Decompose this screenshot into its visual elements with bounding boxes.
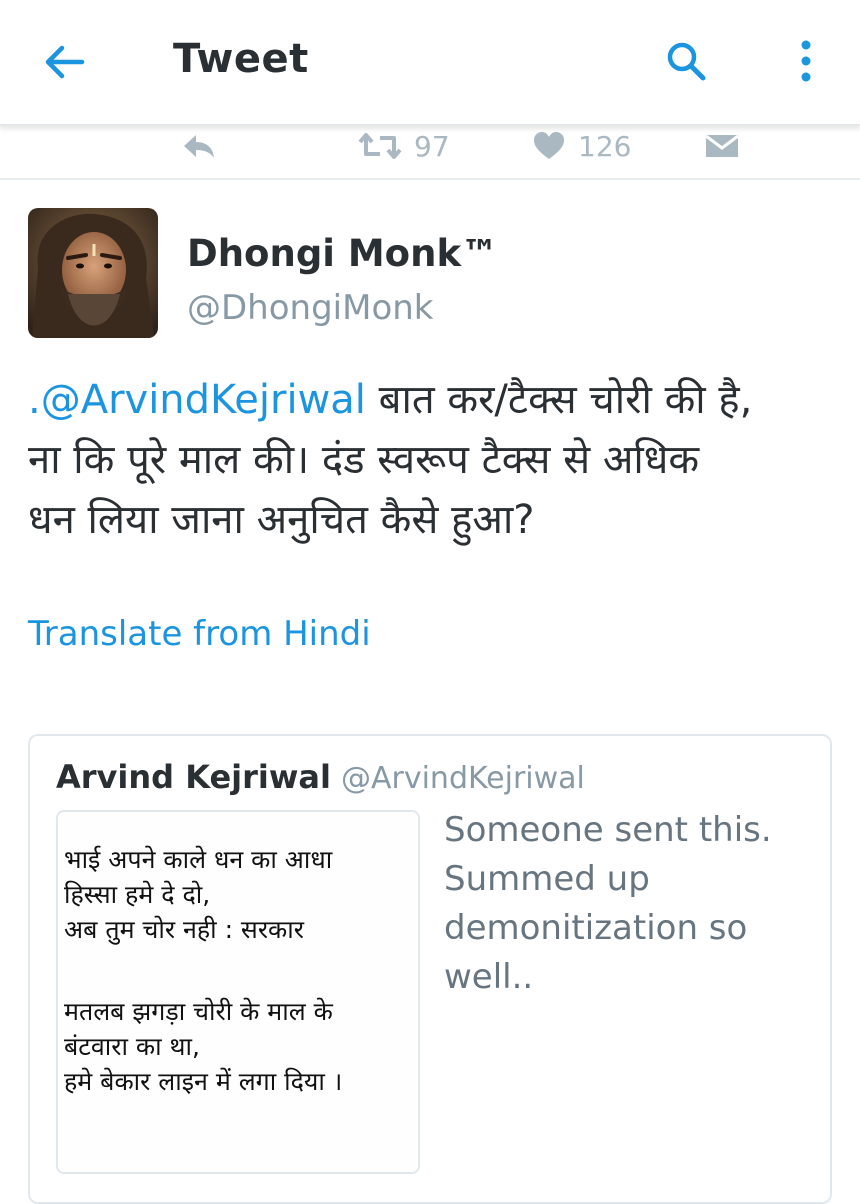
author-name[interactable]: Dhongi Monk™ [187, 232, 498, 275]
retweet-count: 97 [414, 129, 450, 163]
arrow-left-icon [45, 45, 85, 79]
back-button[interactable] [28, 32, 100, 92]
tweet-text-line: ना कि पूरे माल की। दंड स्वरूप टैक्स से अ… [28, 437, 700, 483]
quoted-author-handle: @ArvindKejriwal [340, 761, 585, 796]
avatar-image [28, 208, 158, 338]
more-vertical-icon [801, 40, 811, 82]
search-button[interactable] [650, 28, 722, 94]
avatar[interactable] [28, 208, 158, 338]
search-icon [667, 42, 706, 81]
app-bar: Tweet [0, 0, 860, 126]
quoted-author-name: Arvind Kejriwal [56, 758, 331, 796]
heart-icon [534, 132, 564, 159]
retweet-icon [358, 133, 402, 159]
quoted-tweet-text: Someone sent this. Summed up demonitizat… [444, 810, 772, 997]
tweet-author: Dhongi Monk™ @DhongiMonk [28, 208, 828, 340]
translate-link[interactable]: Translate from Hindi [28, 614, 371, 654]
tweet-text-line: धन लिया जाना अनुचित कैसे हुआ? [28, 497, 535, 543]
image-text-stanza-1: भाई अपने काले धन का आधा हिस्सा हमे दे दो… [64, 845, 333, 944]
like-count: 126 [578, 129, 632, 163]
more-options-button[interactable] [780, 28, 832, 94]
quoted-tweet[interactable]: Arvind Kejriwal @ArvindKejriwal भाई अपने … [28, 734, 832, 1204]
quoted-image[interactable]: भाई अपने काले धन का आधा हिस्सा हमे दे दो… [56, 810, 420, 1174]
author-handle[interactable]: @DhongiMonk [187, 288, 433, 328]
quoted-tweet-header: Arvind Kejriwal @ArvindKejriwal [56, 758, 585, 796]
tweet-text: .@ArvindKejriwal बात कर/टैक्स चोरी की है… [28, 370, 838, 550]
direct-message-icon [705, 134, 739, 157]
reply-icon [184, 135, 214, 158]
mention-link[interactable]: .@ArvindKejriwal [28, 377, 366, 423]
page-title: Tweet [173, 36, 309, 82]
tweet-text-line: .@ArvindKejriwal बात कर/टैक्स चोरी की है… [28, 377, 753, 423]
image-text-stanza-2: मतलब झगड़ा चोरी के माल के बंटवारा का था,… [64, 997, 343, 1096]
